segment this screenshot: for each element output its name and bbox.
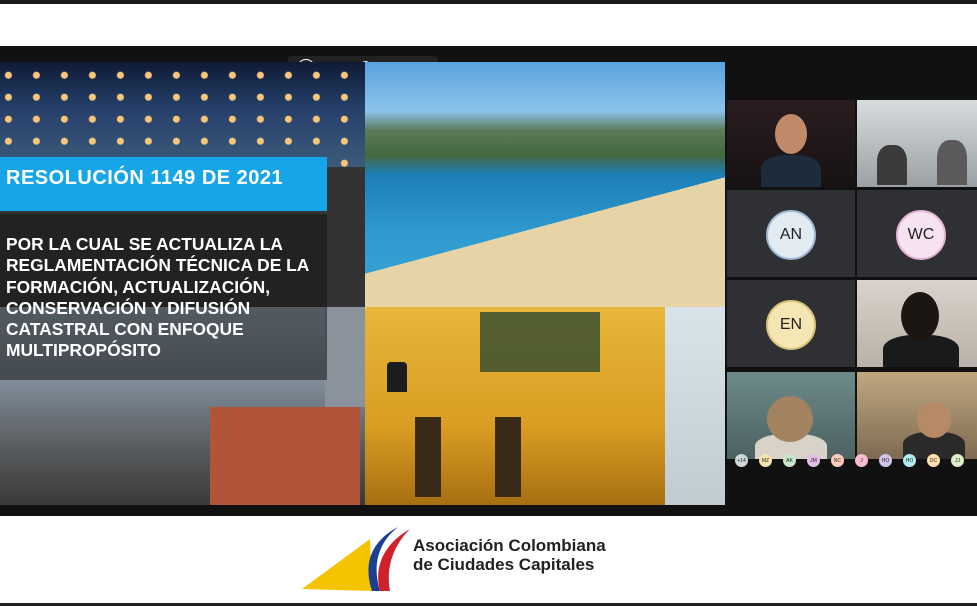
building-shape <box>325 307 365 407</box>
top-border <box>0 0 977 4</box>
participant-tile[interactable] <box>857 100 977 187</box>
description-line: FORMACIÓN, ACTUALIZACIÓN, <box>6 276 271 297</box>
street-lamp-shape <box>387 362 407 392</box>
description-line: POR LA CUAL SE ACTUALIZA LA <box>6 234 283 254</box>
city-night-photo <box>0 62 365 167</box>
description-line: REGLAMENTACIÓN TÉCNICA DE LA <box>6 255 310 276</box>
description-line: CONSERVACIÓN Y DIFUSIÓN <box>6 297 251 318</box>
mini-avatar[interactable]: JJ <box>951 454 964 467</box>
avatar: WC <box>896 210 946 260</box>
person-silhouette <box>877 145 907 185</box>
participant-gallery: AN WC EN <box>727 100 977 472</box>
door-shape <box>495 417 521 497</box>
description-line: CATASTRAL CON ENFOQUE <box>6 319 244 340</box>
person-silhouette <box>917 402 951 438</box>
building-shape <box>210 407 360 505</box>
participant-tile[interactable]: AN <box>727 190 855 277</box>
association-logo-icon <box>302 527 410 591</box>
balcony-shape <box>480 312 600 372</box>
participant-tile[interactable]: WC <box>857 190 977 277</box>
person-silhouette <box>775 114 807 154</box>
mini-avatar[interactable]: AK <box>783 454 796 467</box>
resolution-title: RESOLUCIÓN 1149 DE 2021 <box>6 167 284 189</box>
mini-avatar[interactable]: HO <box>903 454 916 467</box>
shared-slide: RESOLUCIÓN 1149 DE 2021 POR LA CUAL SE A… <box>0 62 725 505</box>
person-silhouette <box>761 155 821 187</box>
participant-tile[interactable] <box>857 372 977 459</box>
mini-avatar[interactable]: JM <box>807 454 820 467</box>
participant-tile[interactable] <box>857 280 977 367</box>
video-call-window: hp 🔈︎ 🎙︎ ◉ ‹› RESOLUCIÓN 1149 DE 2021 PO… <box>0 46 977 516</box>
sky-shape <box>665 307 725 505</box>
organization-name-line2: de Ciudades Capitales <box>413 555 595 574</box>
participant-tile[interactable] <box>727 372 855 459</box>
organization-name-line1: Asociación Colombiana <box>413 536 606 555</box>
mini-avatar[interactable]: NC <box>831 454 844 467</box>
description-line: MULTIPROPÓSITO <box>6 340 161 361</box>
participant-tile[interactable]: EN <box>727 280 855 367</box>
mini-avatar[interactable]: J <box>855 454 868 467</box>
mini-avatar[interactable]: +14 <box>735 454 748 467</box>
door-shape <box>415 417 441 497</box>
avatar: EN <box>766 300 816 350</box>
avatar: AN <box>766 210 816 260</box>
top-strip <box>0 0 977 46</box>
person-silhouette <box>767 396 813 442</box>
resolution-description: POR LA CUAL SE ACTUALIZA LA REGLAMENTACI… <box>6 234 328 362</box>
mini-avatar[interactable]: HO <box>879 454 892 467</box>
person-silhouette <box>901 292 939 340</box>
mini-avatar[interactable]: MZ <box>759 454 772 467</box>
flag-yellow-shape <box>302 539 372 591</box>
person-silhouette <box>937 140 967 185</box>
beach-photo <box>365 62 725 307</box>
colonial-street-photo <box>365 307 725 505</box>
participant-avatar-strip: +14 MZ AK JM NC J HO HO DC JJ <box>735 454 975 468</box>
mini-avatar[interactable]: DC <box>927 454 940 467</box>
participant-tile[interactable] <box>727 100 855 187</box>
